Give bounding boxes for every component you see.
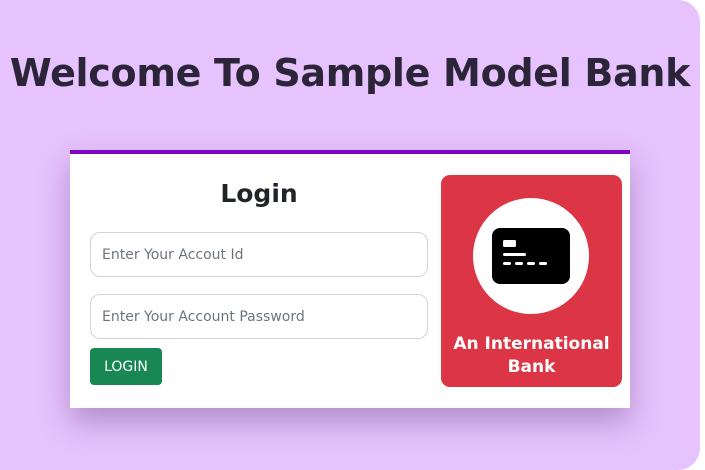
page-background: Welcome To Sample Model Bank Login LOGIN… [0, 0, 700, 470]
promo-panel: An International Bank [441, 175, 622, 387]
icon-circle [473, 198, 589, 314]
login-title: Login [220, 179, 298, 208]
login-button[interactable]: LOGIN [90, 348, 162, 385]
promo-text: An International Bank [453, 334, 610, 377]
login-card: Login LOGIN An International Bank [70, 150, 630, 408]
account-id-input[interactable] [90, 232, 428, 277]
credit-card-icon [492, 228, 570, 284]
page-title: Welcome To Sample Model Bank [9, 51, 691, 95]
account-password-input[interactable] [90, 294, 428, 339]
